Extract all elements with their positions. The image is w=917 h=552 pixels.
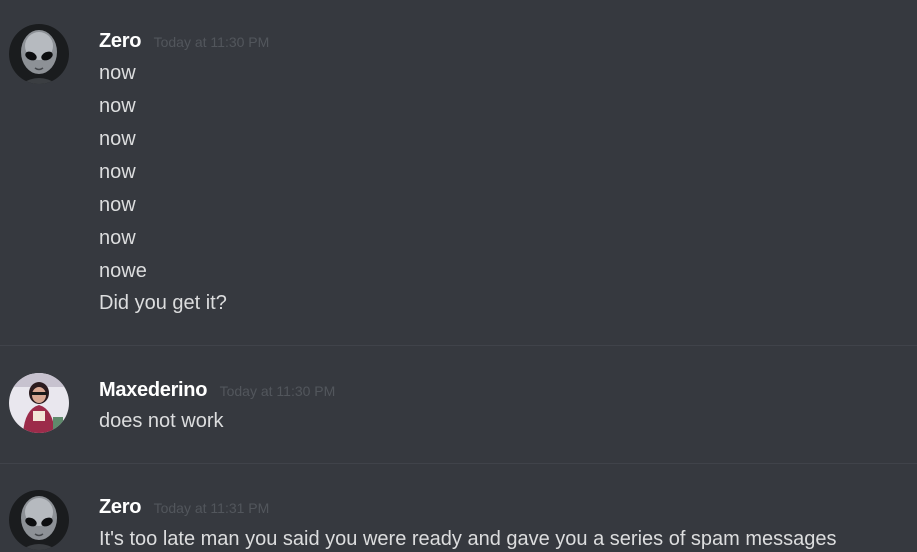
message-text: now [99,62,136,84]
message-text: does not work [99,410,224,432]
timestamp: Today at 11:30 PM [219,383,336,399]
chat-messages: Zero Today at 11:30 PM now now now now n… [0,0,917,552]
message-text: now [99,161,136,183]
message-text: nowe [99,260,147,282]
username[interactable]: Zero [99,496,141,518]
user-photo-avatar-icon[interactable] [9,373,69,433]
message-divider [0,345,917,346]
alien-avatar-icon[interactable] [9,24,69,84]
message-header: Zero Today at 11:31 PM [99,494,269,520]
message-header: Maxederino Today at 11:30 PM [99,377,335,403]
message-text: Did you get it? [99,292,227,314]
message-text: now [99,95,136,117]
timestamp: Today at 11:31 PM [153,500,270,516]
username[interactable]: Zero [99,30,141,52]
message-text: It's too late man you said you were read… [99,528,837,550]
message-text: now [99,128,136,150]
alien-avatar-icon[interactable] [9,490,69,550]
username[interactable]: Maxederino [99,379,207,401]
message-text: now [99,227,136,249]
message-header: Zero Today at 11:30 PM [99,28,269,54]
message-text: now [99,194,136,216]
message-divider [0,463,917,464]
timestamp: Today at 11:30 PM [153,34,270,50]
